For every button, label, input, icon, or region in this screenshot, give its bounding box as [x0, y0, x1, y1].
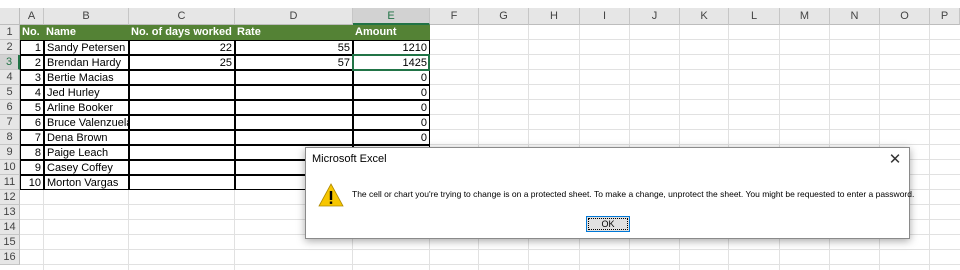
cell-days[interactable]: 25: [129, 55, 235, 70]
cell-name[interactable]: Morton Vargas: [44, 175, 129, 190]
cell-name[interactable]: Bertie Macias: [44, 70, 129, 85]
cell-no[interactable]: 10: [20, 175, 44, 190]
dialog-titlebar: Microsoft Excel ✕: [306, 148, 909, 172]
row-header-11[interactable]: 11: [0, 175, 20, 190]
cell-name[interactable]: Paige Leach: [44, 145, 129, 160]
gridline: [20, 249, 960, 250]
cell-no[interactable]: 5: [20, 100, 44, 115]
cell-days[interactable]: [129, 130, 235, 145]
cell-rate[interactable]: [235, 130, 353, 145]
row-header-4[interactable]: 4: [0, 70, 20, 85]
column-header-d[interactable]: D: [235, 8, 353, 25]
cell-no[interactable]: 7: [20, 130, 44, 145]
gridline: [20, 264, 960, 265]
cell-rate[interactable]: [235, 70, 353, 85]
column-header-f[interactable]: F: [430, 8, 479, 25]
row-header-3[interactable]: 3: [0, 55, 20, 70]
row-header-10[interactable]: 10: [0, 160, 20, 175]
cell-name[interactable]: Casey Coffey: [44, 160, 129, 175]
column-header-n[interactable]: N: [830, 8, 880, 25]
row-header-15[interactable]: 15: [0, 235, 20, 250]
table-no-header[interactable]: No.: [20, 25, 44, 40]
column-header-o[interactable]: O: [880, 8, 930, 25]
cell-days[interactable]: [129, 175, 235, 190]
cell-no[interactable]: 6: [20, 115, 44, 130]
cell-amount[interactable]: 0: [353, 130, 430, 145]
cell-rate[interactable]: [235, 115, 353, 130]
dialog-body: The cell or chart you're trying to chang…: [306, 172, 914, 238]
cell-amount[interactable]: 0: [353, 85, 430, 100]
cell-amount[interactable]: 0: [353, 70, 430, 85]
column-header-k[interactable]: K: [680, 8, 729, 25]
protected-sheet-dialog: Microsoft Excel ✕ The cell or chart you'…: [305, 147, 914, 239]
ok-button[interactable]: OK: [586, 216, 630, 232]
row-header-9[interactable]: 9: [0, 145, 20, 160]
row-header-16[interactable]: 16: [0, 250, 20, 265]
row-header-7[interactable]: 7: [0, 115, 20, 130]
dialog-message: The cell or chart you're trying to chang…: [352, 189, 915, 199]
column-header-i[interactable]: I: [580, 8, 630, 25]
row-header-6[interactable]: 6: [0, 100, 20, 115]
column-header-h[interactable]: H: [529, 8, 580, 25]
row-header-8[interactable]: 8: [0, 130, 20, 145]
table-days-header[interactable]: No. of days worked: [129, 25, 235, 40]
cell-days[interactable]: [129, 100, 235, 115]
top-strip: [0, 0, 960, 8]
cell-days[interactable]: [129, 85, 235, 100]
cell-no[interactable]: 8: [20, 145, 44, 160]
dialog-title: Microsoft Excel: [312, 153, 387, 165]
cell-amount[interactable]: 0: [353, 115, 430, 130]
column-header-e[interactable]: E: [353, 8, 430, 25]
cell-rate[interactable]: [235, 85, 353, 100]
warning-icon: [318, 183, 344, 207]
table-amount-header[interactable]: Amount: [353, 25, 430, 40]
row-header-14[interactable]: 14: [0, 220, 20, 235]
cell-no[interactable]: 3: [20, 70, 44, 85]
row-header-2[interactable]: 2: [0, 40, 20, 55]
column-header-l[interactable]: L: [729, 8, 780, 25]
cell-amount[interactable]: 0: [353, 100, 430, 115]
column-header-a[interactable]: A: [20, 8, 44, 25]
cell-name[interactable]: Bruce Valenzuela: [44, 115, 129, 130]
column-header-p[interactable]: P: [930, 8, 960, 25]
row-header-13[interactable]: 13: [0, 205, 20, 220]
cell-rate[interactable]: 55: [235, 40, 353, 55]
cell-rate[interactable]: [235, 100, 353, 115]
column-header-g[interactable]: G: [479, 8, 529, 25]
cell-no[interactable]: 2: [20, 55, 44, 70]
select-all-corner[interactable]: [0, 8, 20, 25]
column-header-m[interactable]: M: [780, 8, 830, 25]
cell-name[interactable]: Brendan Hardy: [44, 55, 129, 70]
cell-no[interactable]: 9: [20, 160, 44, 175]
cell-days[interactable]: [129, 115, 235, 130]
row-header-12[interactable]: 12: [0, 190, 20, 205]
cell-amount[interactable]: 1210: [353, 40, 430, 55]
column-header-b[interactable]: B: [44, 8, 129, 25]
close-icon[interactable]: ✕: [881, 148, 909, 172]
cell-days[interactable]: 22: [129, 40, 235, 55]
selected-cell-outline: [352, 54, 430, 71]
cell-name[interactable]: Arline Booker: [44, 100, 129, 115]
table-rate-header[interactable]: Rate: [235, 25, 353, 40]
cell-rate[interactable]: 57: [235, 55, 353, 70]
cell-days[interactable]: [129, 145, 235, 160]
row-header-5[interactable]: 5: [0, 85, 20, 100]
row-header-1[interactable]: 1: [0, 25, 20, 40]
cell-name[interactable]: Jed Hurley: [44, 85, 129, 100]
column-header-c[interactable]: C: [129, 8, 235, 25]
cell-name[interactable]: Sandy Petersen: [44, 40, 129, 55]
cell-no[interactable]: 1: [20, 40, 44, 55]
table-name-header[interactable]: Name: [44, 25, 129, 40]
cell-days[interactable]: [129, 160, 235, 175]
cell-no[interactable]: 4: [20, 85, 44, 100]
cell-name[interactable]: Dena Brown: [44, 130, 129, 145]
column-header-j[interactable]: J: [630, 8, 680, 25]
cell-days[interactable]: [129, 70, 235, 85]
